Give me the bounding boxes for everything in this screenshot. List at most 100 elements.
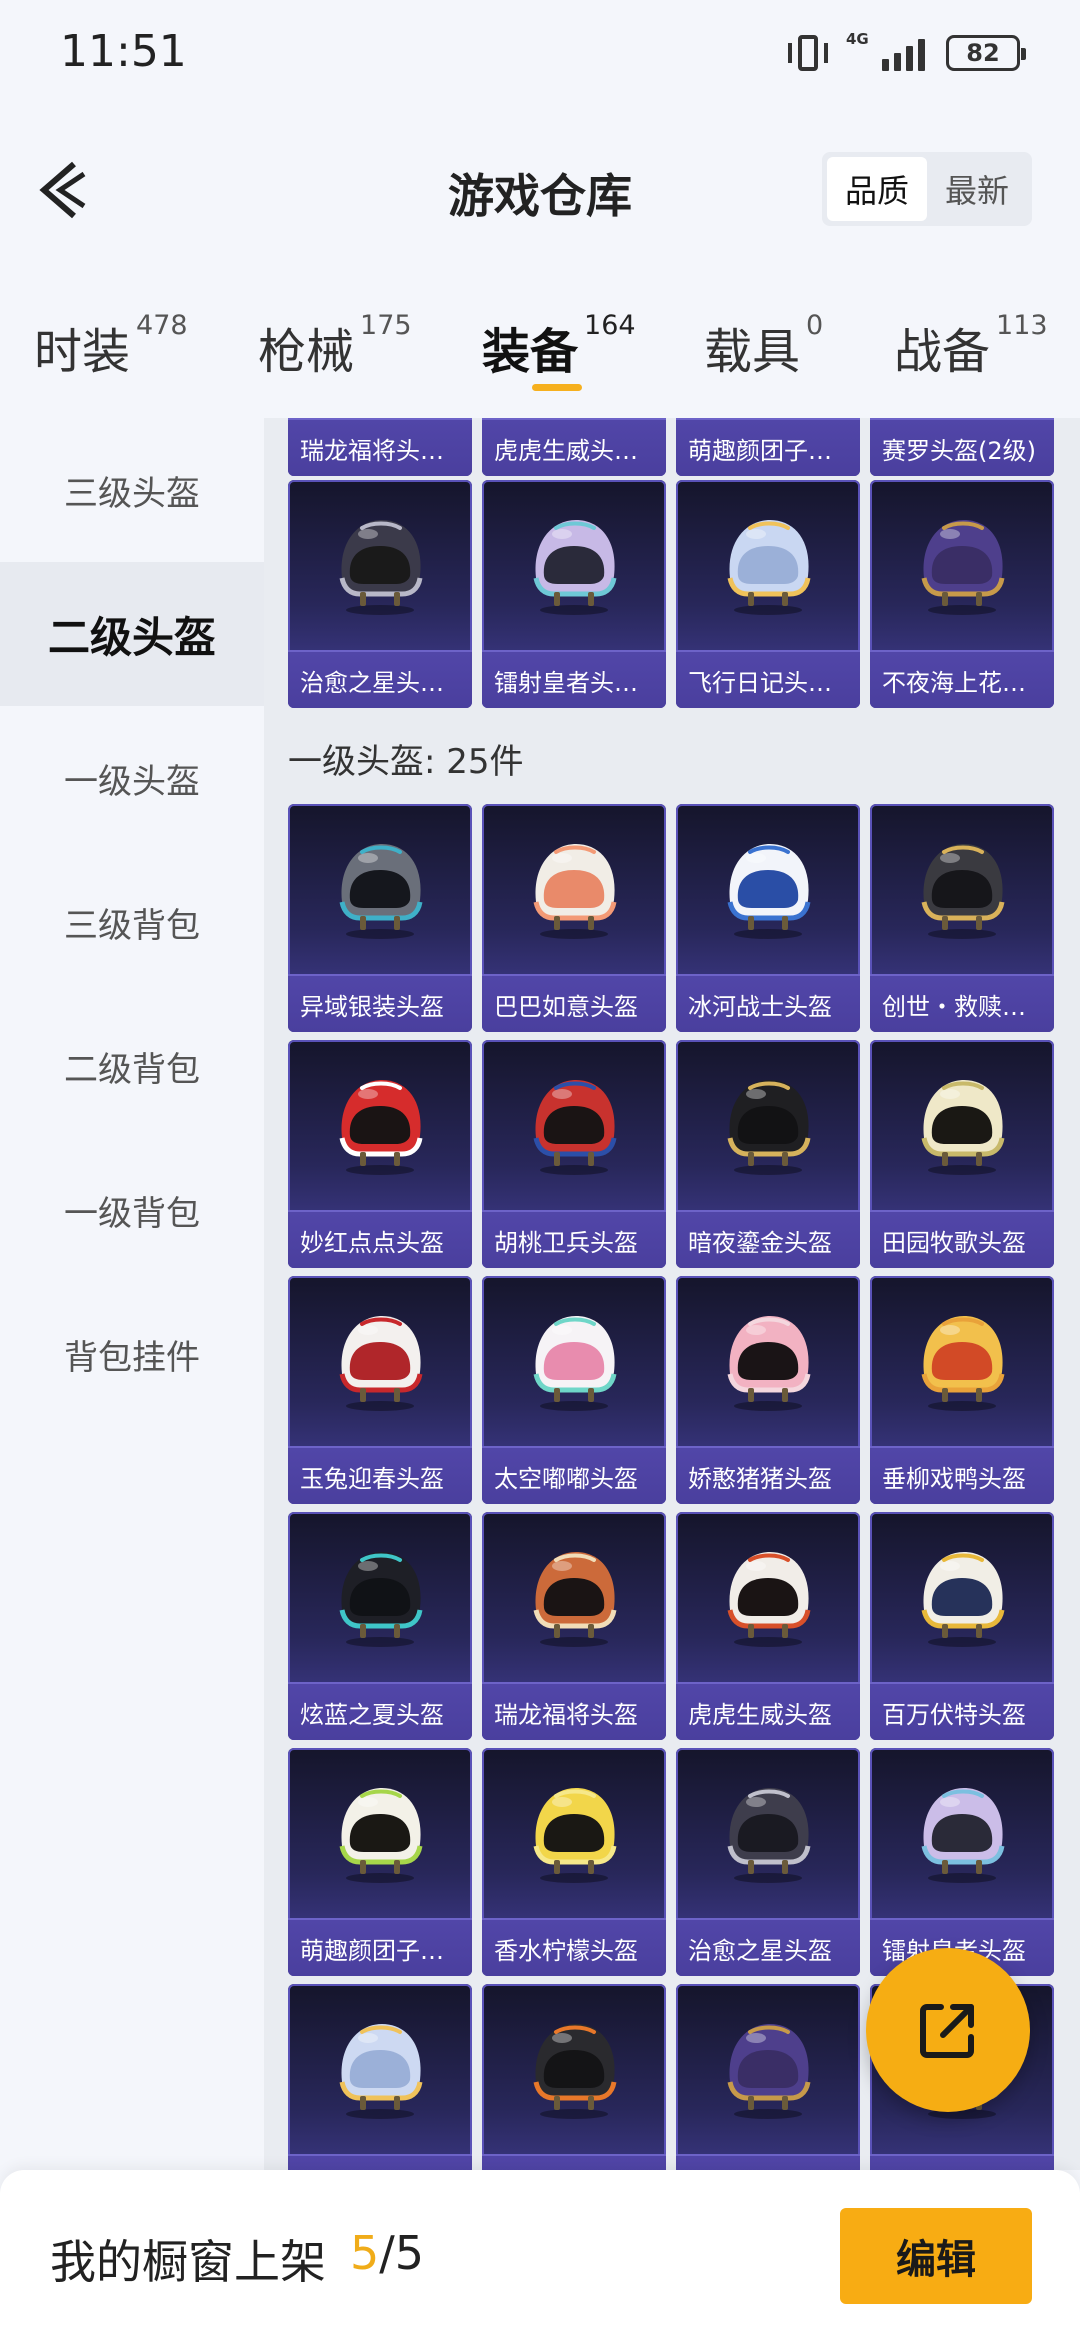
- item-name: 妙红点点头盔: [300, 1228, 444, 1257]
- item-card[interactable]: 浪客战士头盔: [482, 1984, 666, 2170]
- item-name-bar: 创世・救赎头盔: [870, 974, 1054, 1032]
- item-card[interactable]: 创世・救赎头盔: [870, 804, 1054, 1032]
- tab-fashion[interactable]: 时装 478: [34, 310, 188, 382]
- tab-count: 175: [360, 310, 412, 341]
- item-card[interactable]: 垂柳戏鸭头盔: [870, 1276, 1054, 1504]
- helmet-image: [914, 1308, 1010, 1412]
- side-item-level2-backpack[interactable]: 二级背包: [0, 994, 264, 1138]
- item-name-bar: 浪客战士头盔: [482, 2154, 666, 2170]
- item-name: 赛罗头盔(2级): [882, 436, 1036, 465]
- item-card[interactable]: 炫蓝之夏头盔: [288, 1512, 472, 1740]
- item-name-bar: 娇憨猪猪头盔: [676, 1446, 860, 1504]
- helmet-image: [720, 2016, 816, 2120]
- tab-label: 时装: [34, 324, 131, 380]
- helmet-image: [914, 1544, 1010, 1648]
- section-title-level1: 一级头盔: 25件: [288, 742, 524, 782]
- item-card[interactable]: 百万伏特头盔: [870, 1512, 1054, 1740]
- item-card[interactable]: 治愈之星头盔: [676, 1748, 860, 1976]
- item-card[interactable]: 赛罗头盔(2级): [870, 418, 1054, 476]
- item-card[interactable]: 萌趣颜团子头盔: [288, 1748, 472, 1976]
- item-card[interactable]: 瑞龙福将头盔: [482, 1512, 666, 1740]
- item-card[interactable]: 飞行日记头盔(2级): [676, 480, 860, 708]
- item-name-bar: 垂柳戏鸭头盔: [870, 1446, 1054, 1504]
- item-card[interactable]: 萌趣颜团子头盔(2级): [676, 418, 860, 476]
- helmet-image: [720, 1780, 816, 1884]
- item-name-bar: 妙红点点头盔: [288, 1210, 472, 1268]
- item-card[interactable]: 巴巴如意头盔: [482, 804, 666, 1032]
- item-name-bar: 暗夜鎏金头盔: [676, 1210, 860, 1268]
- item-name-bar: 飞行日记头盔(2级): [676, 650, 860, 708]
- side-item-backpack-charms[interactable]: 背包挂件: [0, 1282, 264, 1426]
- item-card[interactable]: 瑞龙福将头盔(2级): [288, 418, 472, 476]
- helmet-image: [332, 2016, 428, 2120]
- side-menu: 三级头盔 二级头盔 一级头盔 三级背包 二级背包 一级背包 背包挂件: [0, 418, 264, 2170]
- item-name-bar: 赛罗头盔(2级): [870, 418, 1054, 476]
- bottom-bar: 我的橱窗上架 5/5 编辑: [0, 2170, 1080, 2340]
- item-card[interactable]: 不夜海上花头盔(2级): [870, 480, 1054, 708]
- showcase-count: 5/5: [350, 2226, 424, 2280]
- sort-newest-button[interactable]: 最新: [927, 157, 1027, 221]
- edit-button[interactable]: 编辑: [840, 2208, 1032, 2304]
- status-icons: 4G 82: [786, 30, 1026, 76]
- item-card[interactable]: 妙红点点头盔: [288, 1040, 472, 1268]
- side-item-level3-backpack[interactable]: 三级背包: [0, 850, 264, 994]
- tab-firearms[interactable]: 枪械 175: [258, 310, 412, 382]
- item-card[interactable]: 虎虎生威头盔: [676, 1512, 860, 1740]
- tab-count: 164: [584, 310, 636, 341]
- item-name: 治愈之星头盔(2级): [300, 668, 460, 697]
- item-card[interactable]: 娇憨猪猪头盔: [676, 1276, 860, 1504]
- side-item-level1-helmet[interactable]: 一级头盔: [0, 706, 264, 850]
- item-name: 香水柠檬头盔: [494, 1936, 638, 1965]
- item-name-bar: 治愈之星头盔: [676, 1918, 860, 1976]
- battery-icon: 82: [946, 35, 1026, 71]
- side-item-level3-helmet[interactable]: 三级头盔: [0, 418, 264, 562]
- tab-equipment[interactable]: 装备 164: [482, 310, 636, 382]
- item-name: 虎虎生威头盔(2级): [494, 436, 654, 465]
- helmet-image: [332, 1072, 428, 1176]
- item-name-bar: 炫蓝之夏头盔: [288, 1682, 472, 1740]
- item-name-bar: 萌趣颜团子头盔(2级): [676, 418, 860, 476]
- item-name: 垂柳戏鸭头盔: [882, 1464, 1026, 1493]
- battery-level: 82: [966, 39, 1000, 67]
- helmet-image: [526, 512, 622, 616]
- item-card[interactable]: 冰河战士头盔: [676, 804, 860, 1032]
- tab-count: 113: [996, 310, 1048, 341]
- helmet-image: [332, 1780, 428, 1884]
- item-card[interactable]: 玉兔迎春头盔: [288, 1276, 472, 1504]
- item-card[interactable]: 虎虎生威头盔(2级): [482, 418, 666, 476]
- helmet-image: [914, 512, 1010, 616]
- item-name-bar: 神秘黑猫头盔: [870, 2154, 1054, 2170]
- status-time: 11:51: [60, 26, 187, 77]
- item-card[interactable]: 田园牧歌头盔: [870, 1040, 1054, 1268]
- helmet-image: [526, 2016, 622, 2120]
- tab-label: 装备: [482, 324, 579, 380]
- share-button[interactable]: [866, 1948, 1030, 2112]
- item-name-bar: 瑞龙福将头盔(2级): [288, 418, 472, 476]
- item-card[interactable]: 不夜海上花头盔: [676, 1984, 860, 2170]
- side-item-level1-backpack[interactable]: 一级背包: [0, 1138, 264, 1282]
- sort-quality-button[interactable]: 品质: [827, 157, 927, 221]
- item-card[interactable]: 异域银装头盔: [288, 804, 472, 1032]
- item-name: 飞行日记头盔(2级): [688, 668, 848, 697]
- item-card[interactable]: 暗夜鎏金头盔: [676, 1040, 860, 1268]
- item-card[interactable]: 太空嘟嘟头盔: [482, 1276, 666, 1504]
- item-name: 不夜海上花头盔(2级): [882, 668, 1042, 697]
- signal-icon: 4G: [846, 31, 930, 73]
- item-card[interactable]: 香水柠檬头盔: [482, 1748, 666, 1976]
- item-name-bar: 治愈之星头盔(2级): [288, 650, 472, 708]
- helmet-image: [526, 1072, 622, 1176]
- item-card[interactable]: 飞行日记头盔: [288, 1984, 472, 2170]
- item-card[interactable]: 治愈之星头盔(2级): [288, 480, 472, 708]
- side-item-level2-helmet[interactable]: 二级头盔: [0, 562, 264, 706]
- item-name-bar: 不夜海上花头盔(2级): [870, 650, 1054, 708]
- tab-supplies[interactable]: 战备 113: [894, 310, 1048, 382]
- item-name: 百万伏特头盔: [882, 1700, 1026, 1729]
- item-name: 田园牧歌头盔: [882, 1228, 1026, 1257]
- item-card[interactable]: 镭射皇者头盔: [870, 1748, 1054, 1976]
- item-card[interactable]: 镭射皇者头盔(2级): [482, 480, 666, 708]
- helmet-image: [526, 1544, 622, 1648]
- tab-vehicles[interactable]: 载具 0: [704, 310, 823, 382]
- category-tabs: 时装 478 枪械 175 装备 164 载具 0 战备 113: [0, 300, 1080, 410]
- helmet-image: [526, 1308, 622, 1412]
- item-card[interactable]: 胡桃卫兵头盔: [482, 1040, 666, 1268]
